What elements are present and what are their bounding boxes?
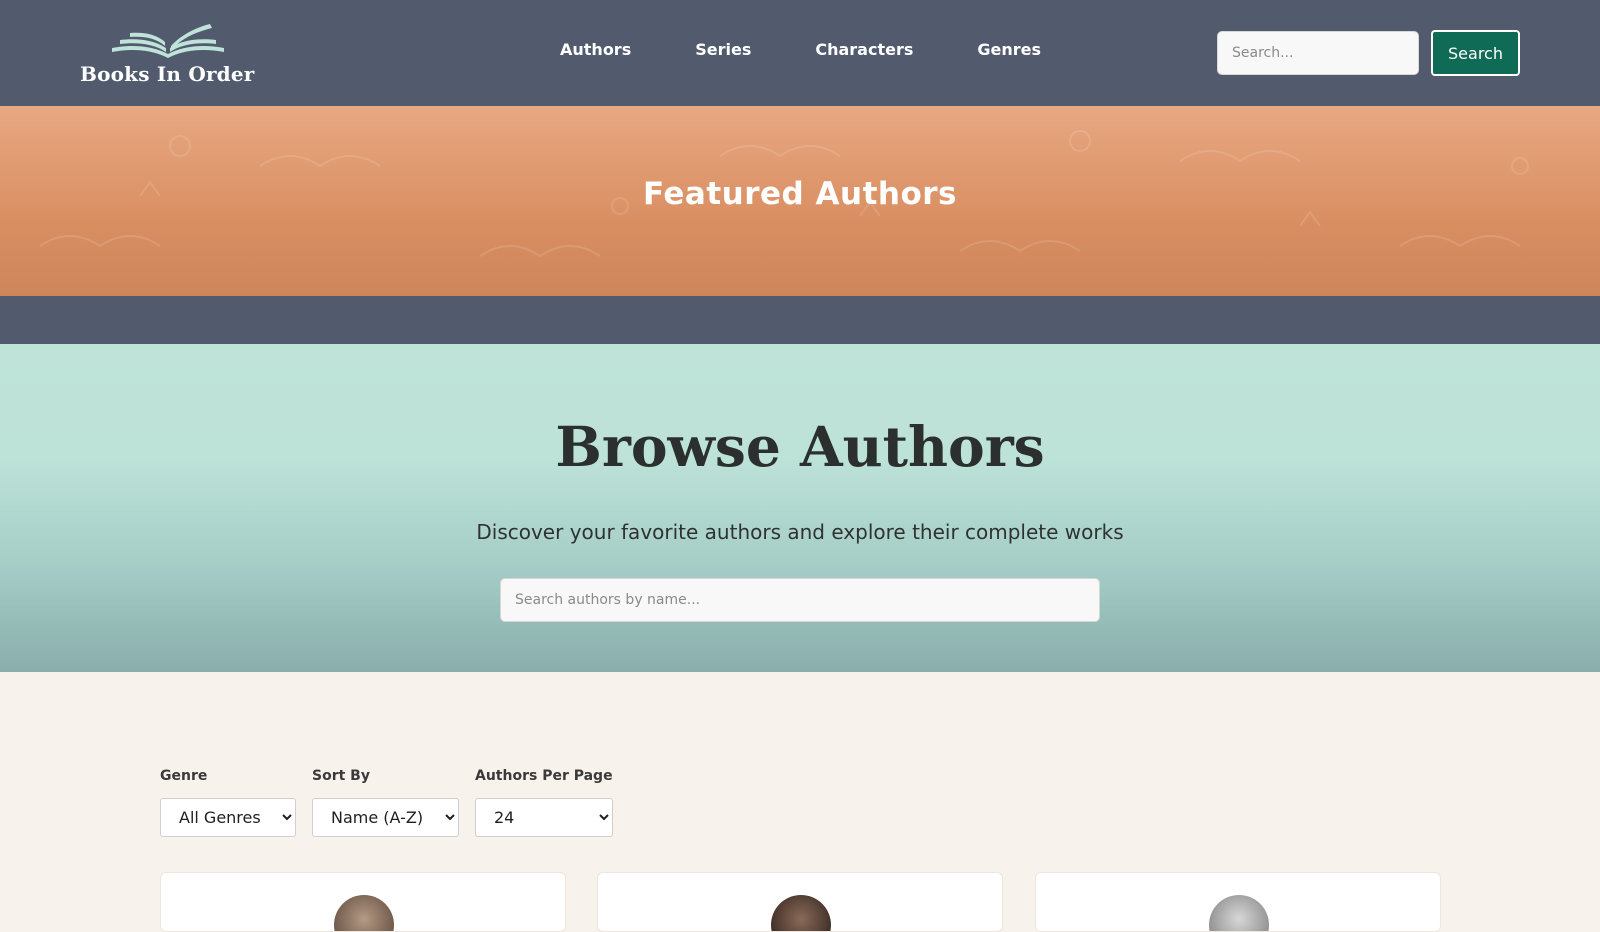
genre-filter-label: Genre <box>160 768 208 784</box>
genre-select[interactable]: All Genres <box>160 798 296 837</box>
author-search-input[interactable] <box>500 578 1100 622</box>
per-page-select[interactable]: 24 <box>475 798 613 837</box>
open-book-icon <box>112 24 224 58</box>
nav-link-authors[interactable]: Authors <box>528 40 663 64</box>
top-navigation: Books In Order Authors Series Characters… <box>0 0 1600 106</box>
sort-select[interactable]: Name (A-Z) <box>312 798 459 837</box>
author-card[interactable] <box>160 872 566 932</box>
site-logo[interactable]: Books In Order <box>80 22 256 86</box>
featured-authors-banner: Featured Authors <box>0 106 1600 296</box>
author-avatar <box>771 895 831 931</box>
author-avatar <box>1209 895 1269 931</box>
per-page-filter-label: Authors Per Page <box>475 768 613 784</box>
genre-filter: Genre All Genres <box>160 768 296 837</box>
header-search-button[interactable]: Search <box>1431 30 1520 76</box>
author-card[interactable] <box>597 872 1003 932</box>
sort-filter-label: Sort By <box>312 768 370 784</box>
nav-link-genres[interactable]: Genres <box>945 40 1073 64</box>
main-nav: Authors Series Characters Genres <box>528 40 1073 64</box>
per-page-filter: Authors Per Page 24 <box>475 768 613 837</box>
nav-link-characters[interactable]: Characters <box>783 40 945 64</box>
nav-link-series[interactable]: Series <box>663 40 783 64</box>
browse-authors-hero: Browse Authors Discover your favorite au… <box>0 344 1600 672</box>
logo-text: Books In Order <box>80 62 255 86</box>
section-divider <box>0 296 1600 344</box>
header-search-input[interactable] <box>1217 31 1419 75</box>
browse-authors-subtitle: Discover your favorite authors and explo… <box>476 520 1124 544</box>
author-avatar <box>334 895 394 931</box>
sort-filter: Sort By Name (A-Z) <box>312 768 459 837</box>
featured-authors-title: Featured Authors <box>642 176 958 212</box>
browse-authors-title: Browse Authors <box>555 414 1045 479</box>
author-card[interactable] <box>1035 872 1441 932</box>
